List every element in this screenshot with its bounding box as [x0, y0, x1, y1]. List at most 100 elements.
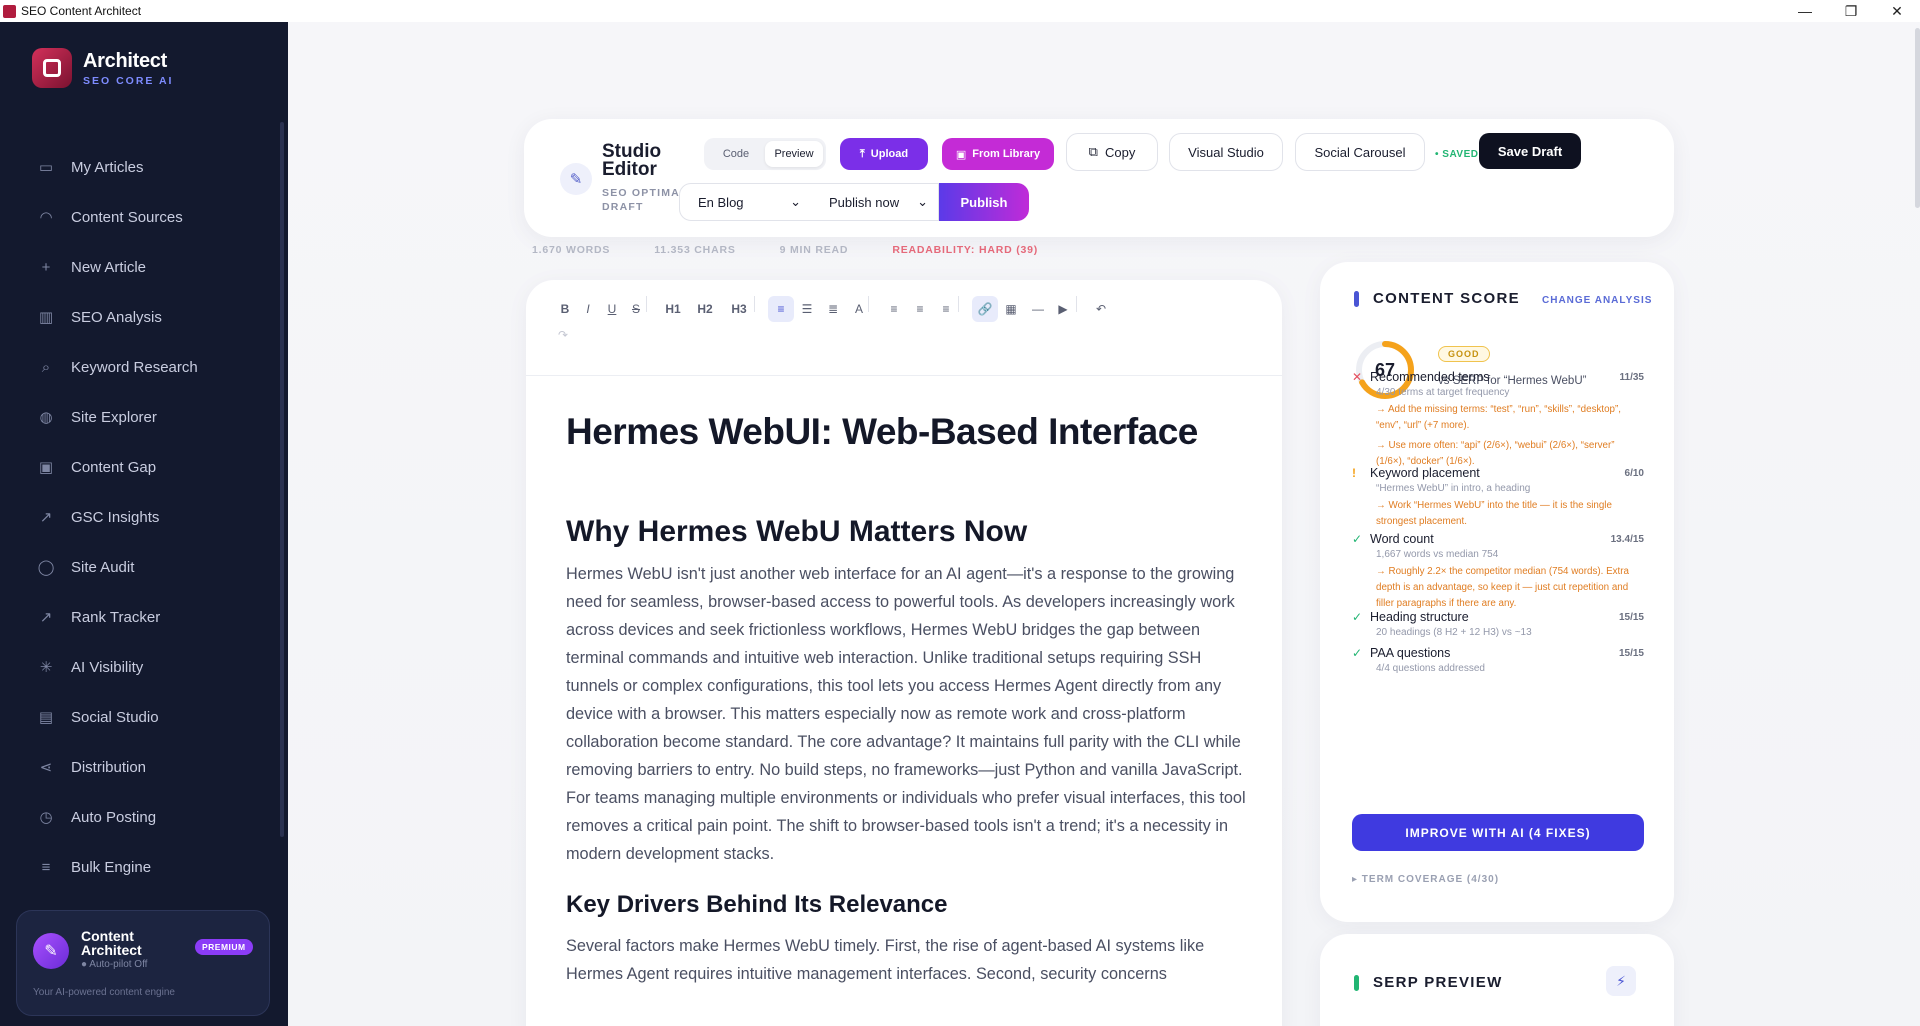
sidebar-item-content-gap[interactable]: ▣ Content Gap — [28, 442, 268, 492]
trend-line-icon: ↗ — [39, 609, 53, 626]
brand-subtitle: SEO CORE AI — [83, 74, 174, 87]
destination-select[interactable]: En Blog ⌄ — [679, 183, 812, 221]
paragraph-button[interactable]: ≡ — [768, 296, 794, 322]
criterion-label: Word count — [1370, 532, 1434, 546]
upload-label: Upload — [870, 148, 909, 160]
sidebar-item-label: New Article — [71, 258, 147, 276]
lightning-icon[interactable]: ⚡ — [1606, 966, 1636, 996]
align-center-button[interactable]: ≡ — [907, 296, 933, 322]
sidebar-item-keyword-research[interactable]: ⌕ Keyword Research — [28, 342, 268, 392]
visual-studio-button[interactable]: Visual Studio — [1169, 133, 1283, 171]
sidebar: Architect SEO CORE AI ▭ My Articles ◠ Conte… — [0, 22, 288, 1026]
schedule-select[interactable]: Publish now ⌄ — [811, 183, 939, 221]
close-icon[interactable]: ✕ — [1874, 3, 1920, 20]
editor-panel: B I U S H1 H2 H3 ≡ ☰ ≣ A ≡ ≡ ≡ 🔗 ▦ — ▶ ↶ ↷ Hermes WebUI: We… — [526, 280, 1282, 1026]
criterion-keyword-placement: ! Keyword placement 6/10 “Hermes WebU” in i… — [1352, 466, 1644, 530]
criterion-detail: 20 headings (8 H2 + 12 H3) vs ~13 — [1376, 627, 1532, 638]
align-left-button[interactable]: ≡ — [881, 296, 907, 322]
criterion-tip: → Add the missing terms: “test”, “run”, … — [1376, 404, 1621, 431]
criterion-label: Heading structure — [1370, 610, 1469, 624]
film-icon: ▤ — [38, 709, 54, 726]
align-right-button[interactable]: ≡ — [933, 296, 959, 322]
criterion-score: 6/10 — [1624, 467, 1644, 479]
chip-icon: ▣ — [38, 459, 54, 476]
sidebar-item-seo-analysis[interactable]: ▥ SEO Analysis — [28, 292, 268, 342]
sidebar-item-new-article[interactable]: + New Article — [28, 242, 268, 292]
upload-icon: ⤒ — [859, 147, 865, 160]
heading1-button[interactable]: H1 — [660, 296, 686, 322]
from-library-label: From Library — [972, 148, 1041, 160]
improve-with-ai-button[interactable]: IMPROVE WITH AI (4 FIXES) — [1352, 814, 1644, 851]
sidebar-scrollbar[interactable] — [280, 122, 284, 837]
copy-icon: ⧉ — [1088, 144, 1098, 159]
save-draft-button[interactable]: Save Draft — [1479, 133, 1581, 169]
studio-toolbar: ✎ Studio Editor SEO OPTIMAL DRAFT Code P… — [524, 119, 1674, 237]
check-circle-icon: ◯ — [37, 559, 55, 576]
content-score-label: CONTENT SCORE — [1373, 290, 1520, 307]
term-coverage-toggle[interactable]: ▸ TERM COVERAGE (4/30) — [1352, 874, 1499, 885]
video-button[interactable]: ▶ — [1050, 296, 1076, 322]
criterion-detail: 1,667 words vs median 754 — [1376, 549, 1499, 560]
sidebar-item-site-audit[interactable]: ◯ Site Audit — [28, 542, 268, 592]
from-library-button[interactable]: ▣ From Library — [942, 138, 1054, 170]
heading2-button[interactable]: H2 — [692, 296, 718, 322]
content-score-card: CONTENT SCORE CHANGE ANALYSIS 67 GOOD vs… — [1320, 262, 1674, 922]
link-button[interactable]: 🔗 — [972, 296, 998, 322]
brand-name: Architect — [83, 49, 167, 72]
sidebar-item-rank-tracker[interactable]: ↗ Rank Tracker — [28, 592, 268, 642]
sidebar-item-auto-posting[interactable]: ◷ Auto Posting — [28, 792, 268, 842]
autopilot-status: ● Auto-pilot Off — [81, 959, 148, 970]
promo-card[interactable]: ✎ Content Architect PREMIUM ● Auto-pilot… — [16, 910, 270, 1016]
undo-button[interactable]: ↶ — [1088, 296, 1114, 322]
promo-tagline: Your AI-powered content engine — [33, 987, 175, 998]
preview-mode-button[interactable]: Preview — [765, 141, 823, 167]
main-scrollbar[interactable] — [1915, 28, 1920, 208]
sidebar-item-my-articles[interactable]: ▭ My Articles — [28, 142, 268, 192]
toolbar-separator — [1076, 296, 1077, 312]
publish-button[interactable]: Publish — [939, 183, 1029, 221]
sidebar-item-social-studio[interactable]: ▤ Social Studio — [28, 692, 268, 742]
social-carousel-button[interactable]: Social Carousel — [1295, 133, 1425, 171]
code-mode-button[interactable]: Code — [707, 141, 765, 167]
bullet-list-button[interactable]: ☰ — [794, 296, 820, 322]
article-heading-3[interactable]: Key Drivers Behind Its Relevance — [566, 890, 1256, 920]
criterion-label: Recommended terms — [1370, 370, 1490, 384]
criterion-score: 13.4/15 — [1610, 533, 1644, 545]
sidebar-item-distribution[interactable]: ⋖ Distribution — [28, 742, 268, 792]
sidebar-item-label: Site Audit — [71, 558, 135, 576]
bar-chart-icon: ▥ — [38, 309, 54, 326]
upload-button[interactable]: ⤒ Upload — [840, 138, 928, 170]
criterion-header: ✕ Recommended terms 11/35 — [1352, 370, 1644, 384]
sidebar-item-bulk-engine[interactable]: ≡ Bulk Engine — [28, 842, 268, 892]
criterion-score: 15/15 — [1618, 647, 1644, 659]
sidebar-item-site-explorer[interactable]: ◍ Site Explorer — [28, 392, 268, 442]
table-button[interactable]: ▦ — [998, 296, 1024, 322]
change-analysis-link[interactable]: CHANGE ANALYSIS — [1542, 295, 1652, 306]
underline-button[interactable]: U — [599, 296, 625, 322]
sidebar-item-gsc-insights[interactable]: ↗ GSC Insights — [28, 492, 268, 542]
divider-button[interactable]: — — [1025, 296, 1051, 322]
x-icon: ✕ — [1352, 370, 1363, 384]
criterion-header: ✓ Word count 13.4/15 — [1352, 532, 1644, 546]
heading3-button[interactable]: H3 — [726, 296, 752, 322]
article-heading-2[interactable]: Why Hermes WebU Matters Now — [566, 514, 1256, 550]
article-paragraph[interactable]: Several factors make Hermes WebU timely.… — [566, 932, 1256, 988]
document-stats: 1.670 WORDS 11.353 CHARS 9 MIN READ READ… — [532, 244, 1082, 256]
article-content[interactable]: Hermes WebUI: Web-Based Interface Why He… — [566, 410, 1256, 988]
restore-icon[interactable]: ❐ — [1828, 3, 1874, 20]
toolbar-separator — [754, 296, 755, 312]
criterion-header: ✓ Heading structure 15/15 — [1352, 610, 1644, 624]
copy-button[interactable]: ⧉ Copy — [1066, 133, 1158, 171]
sidebar-item-content-sources[interactable]: ◠ Content Sources — [28, 192, 268, 242]
redo-button[interactable]: ↷ — [550, 322, 576, 348]
italic-button[interactable]: I — [575, 296, 601, 322]
ordered-list-button[interactable]: ≣ — [820, 296, 846, 322]
article-title[interactable]: Hermes WebUI: Web-Based Interface — [566, 410, 1256, 454]
criterion-detail: “Hermes WebU” in intro, a heading — [1376, 483, 1531, 494]
sidebar-item-ai-visibility[interactable]: ✳ AI Visibility — [28, 642, 268, 692]
minimize-icon[interactable]: — — [1782, 3, 1828, 20]
score-rating-badge: GOOD — [1438, 346, 1490, 362]
accent-bar — [1354, 974, 1359, 991]
article-paragraph[interactable]: Hermes WebU isn't just another web inter… — [566, 560, 1256, 868]
brand[interactable]: Architect SEO CORE AI — [32, 48, 173, 88]
